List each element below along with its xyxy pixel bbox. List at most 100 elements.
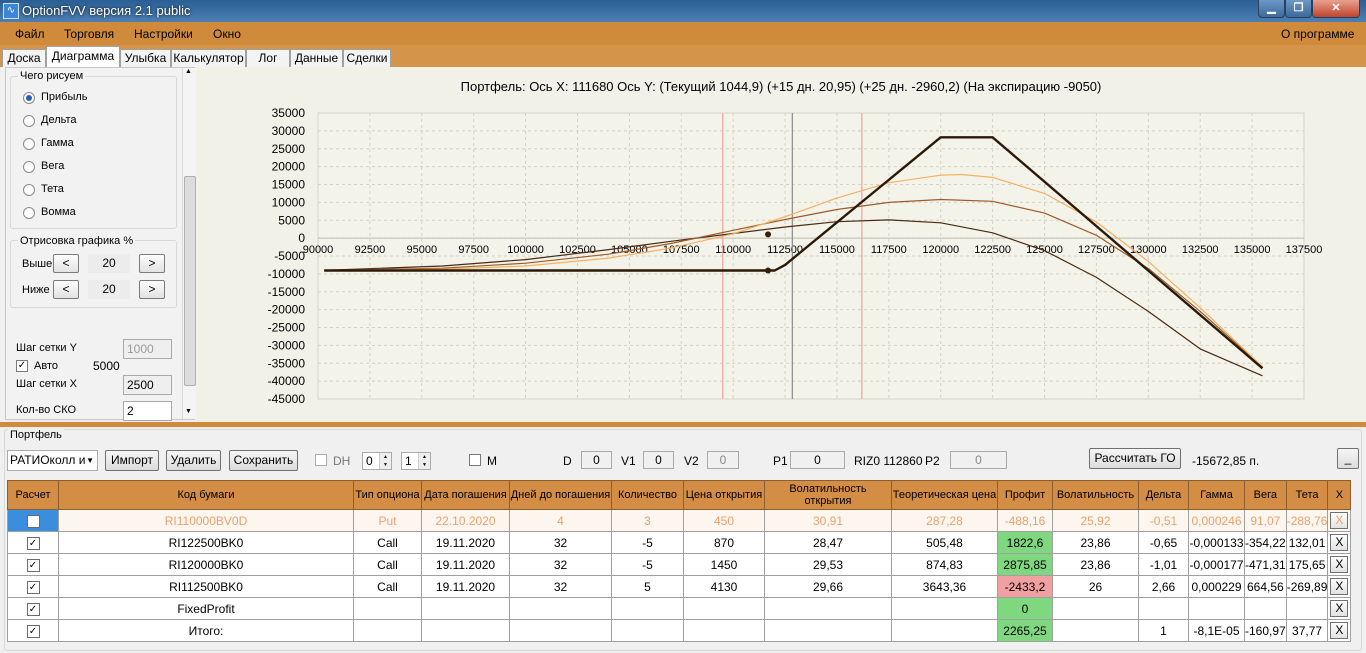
cell-theor[interactable]: 3643,36 xyxy=(891,575,998,598)
cell-type[interactable] xyxy=(353,619,422,642)
cell-vol-open[interactable]: 29,66 xyxy=(764,575,892,598)
cell-gamma[interactable]: -8,1E-05 xyxy=(1188,619,1245,642)
cell-code[interactable]: RI112500BK0 xyxy=(58,575,354,598)
cell-qty[interactable]: -5 xyxy=(611,531,684,554)
col-header-vol[interactable]: Волатильность xyxy=(1052,480,1139,510)
cell-price[interactable]: 870 xyxy=(683,531,765,554)
tab-smile[interactable]: Улыбка xyxy=(120,49,171,67)
close-window-button[interactable]: ✕ xyxy=(1312,0,1360,18)
profit-chart[interactable]: 35000 30000 25000 20000 15000 10000 5000 0 -5000… xyxy=(196,67,1366,422)
sko-input[interactable]: 2 xyxy=(123,401,172,421)
cell-qty[interactable]: 5 xyxy=(611,575,684,598)
cell-price[interactable]: 1450 xyxy=(683,553,765,576)
cell-type[interactable]: Call xyxy=(353,531,422,554)
row-calc-checkbox[interactable]: ✓ xyxy=(26,558,40,572)
cell-vol-open[interactable] xyxy=(764,619,892,642)
cell-vol[interactable]: 23,86 xyxy=(1052,531,1139,554)
row-delete-button[interactable]: X xyxy=(1330,578,1349,595)
table-row[interactable]: ✓ Итого: 2265,25 1 -8,1E-05 -160,97 37,77 X xyxy=(7,619,1352,642)
cell-vega[interactable]: 664,56 xyxy=(1244,575,1287,598)
radio-vega[interactable] xyxy=(23,161,35,173)
cell-delta[interactable]: -0,65 xyxy=(1138,531,1189,554)
cell-code[interactable]: RI110000BV0D xyxy=(58,509,354,532)
cell-delta[interactable]: 2,66 xyxy=(1138,575,1189,598)
cell-days[interactable]: 32 xyxy=(509,553,612,576)
left-panel-scrollbar[interactable]: ▲ ▼ xyxy=(182,68,197,419)
tab-diagram[interactable]: Диаграмма xyxy=(46,46,120,67)
cell-type[interactable]: Call xyxy=(353,575,422,598)
cell-gamma[interactable]: 0,000246 xyxy=(1188,509,1245,532)
cell-vol[interactable]: 25,92 xyxy=(1052,509,1139,532)
radio-profit[interactable] xyxy=(23,92,35,104)
above-increment-button[interactable]: > xyxy=(139,254,165,273)
col-header-code[interactable]: Код бумаги xyxy=(58,480,354,510)
below-decrement-button[interactable]: < xyxy=(53,280,79,299)
calc-go-button[interactable]: Рассчитать ГО xyxy=(1089,448,1181,469)
cell-theta[interactable]: 175,65 xyxy=(1285,553,1329,576)
cell-date[interactable]: 19.11.2020 xyxy=(421,553,510,576)
col-header-vega[interactable]: Вега xyxy=(1244,480,1287,510)
cell-profit[interactable]: -2433,2 xyxy=(997,575,1053,598)
maximize-window-button[interactable]: ❐ xyxy=(1285,0,1312,18)
save-button[interactable]: Сохранить xyxy=(229,450,298,471)
col-header-gamma[interactable]: Гамма xyxy=(1188,480,1245,510)
m-checkbox[interactable] xyxy=(469,454,481,466)
minimize-window-button[interactable]: ▁ xyxy=(1258,0,1285,18)
cell-date[interactable] xyxy=(421,597,510,620)
cell-delta[interactable]: -1,01 xyxy=(1138,553,1189,576)
below-increment-button[interactable]: > xyxy=(139,280,165,299)
col-header-days[interactable]: Дней до погашения xyxy=(509,480,612,510)
spin-second[interactable]: 1 xyxy=(401,452,431,470)
row-delete-button[interactable]: X xyxy=(1330,534,1349,551)
spin-first[interactable]: 0 xyxy=(362,452,392,470)
radio-vomma[interactable] xyxy=(23,207,35,219)
cell-price[interactable]: 450 xyxy=(683,509,765,532)
col-header-date[interactable]: Дата погашения xyxy=(421,480,510,510)
col-header-vol-open[interactable]: Волатильность открытия xyxy=(764,480,892,510)
col-header-price[interactable]: Цена открытия xyxy=(683,480,765,510)
menu-settings[interactable]: Настройки xyxy=(134,27,193,41)
cell-theta[interactable]: -269,89 xyxy=(1285,575,1329,598)
cell-theta[interactable]: 37,77 xyxy=(1285,619,1329,642)
cell-theor[interactable] xyxy=(891,597,998,620)
cell-type[interactable]: Call xyxy=(353,553,422,576)
cell-vega[interactable]: -354,22 xyxy=(1244,531,1287,554)
cell-vol[interactable] xyxy=(1052,619,1139,642)
col-header-profit[interactable]: Профит xyxy=(997,480,1053,510)
cell-type[interactable]: Put xyxy=(353,509,422,532)
cell-vol[interactable]: 23,86 xyxy=(1052,553,1139,576)
cell-qty[interactable]: -5 xyxy=(611,553,684,576)
cell-qty[interactable] xyxy=(611,597,684,620)
cell-delta[interactable]: 1 xyxy=(1138,619,1189,642)
table-row[interactable]: RI110000BV0D Put 22.10.2020 4 3 450 30,91 287,2… xyxy=(7,509,1352,532)
cell-days[interactable]: 4 xyxy=(509,509,612,532)
cell-theta[interactable] xyxy=(1285,597,1329,620)
col-header-qty[interactable]: Количество xyxy=(611,480,684,510)
scroll-thumb[interactable] xyxy=(184,176,196,386)
cell-gamma[interactable] xyxy=(1188,597,1245,620)
tab-data[interactable]: Данные xyxy=(290,49,343,67)
scroll-down-icon[interactable]: ▼ xyxy=(185,408,192,415)
p2-input[interactable]: 0 xyxy=(950,451,1007,469)
menu-file[interactable]: Файл xyxy=(15,27,45,41)
row-delete-button[interactable]: X xyxy=(1330,622,1349,639)
tab-board[interactable]: Доска xyxy=(2,49,46,67)
row-delete-button[interactable]: X xyxy=(1330,556,1349,573)
table-row[interactable]: ✓ RI120000BK0 Call 19.11.2020 32 -5 1450 29,53 8… xyxy=(7,553,1352,576)
cell-vol-open[interactable] xyxy=(764,597,892,620)
cell-price[interactable]: 4130 xyxy=(683,575,765,598)
col-header-theta[interactable]: Тета xyxy=(1285,480,1329,510)
cell-theta[interactable]: 132,01 xyxy=(1285,531,1329,554)
menu-trading[interactable]: Торговля xyxy=(64,27,114,41)
tab-deals[interactable]: Сделки xyxy=(343,49,391,67)
table-row[interactable]: ✓ RI112500BK0 Call 19.11.2020 32 5 4130 29,66 36… xyxy=(7,575,1352,598)
cell-theor[interactable] xyxy=(891,619,998,642)
cell-vol-open[interactable]: 28,47 xyxy=(764,531,892,554)
cell-gamma[interactable]: -0,000177 xyxy=(1188,553,1245,576)
cell-price[interactable] xyxy=(683,619,765,642)
cell-days[interactable]: 32 xyxy=(509,531,612,554)
scroll-up-icon[interactable]: ▲ xyxy=(185,68,192,75)
minimize-portfolio-button[interactable]: _ xyxy=(1337,448,1359,469)
row-delete-button[interactable]: X xyxy=(1330,512,1349,529)
cell-theor[interactable]: 505,48 xyxy=(891,531,998,554)
